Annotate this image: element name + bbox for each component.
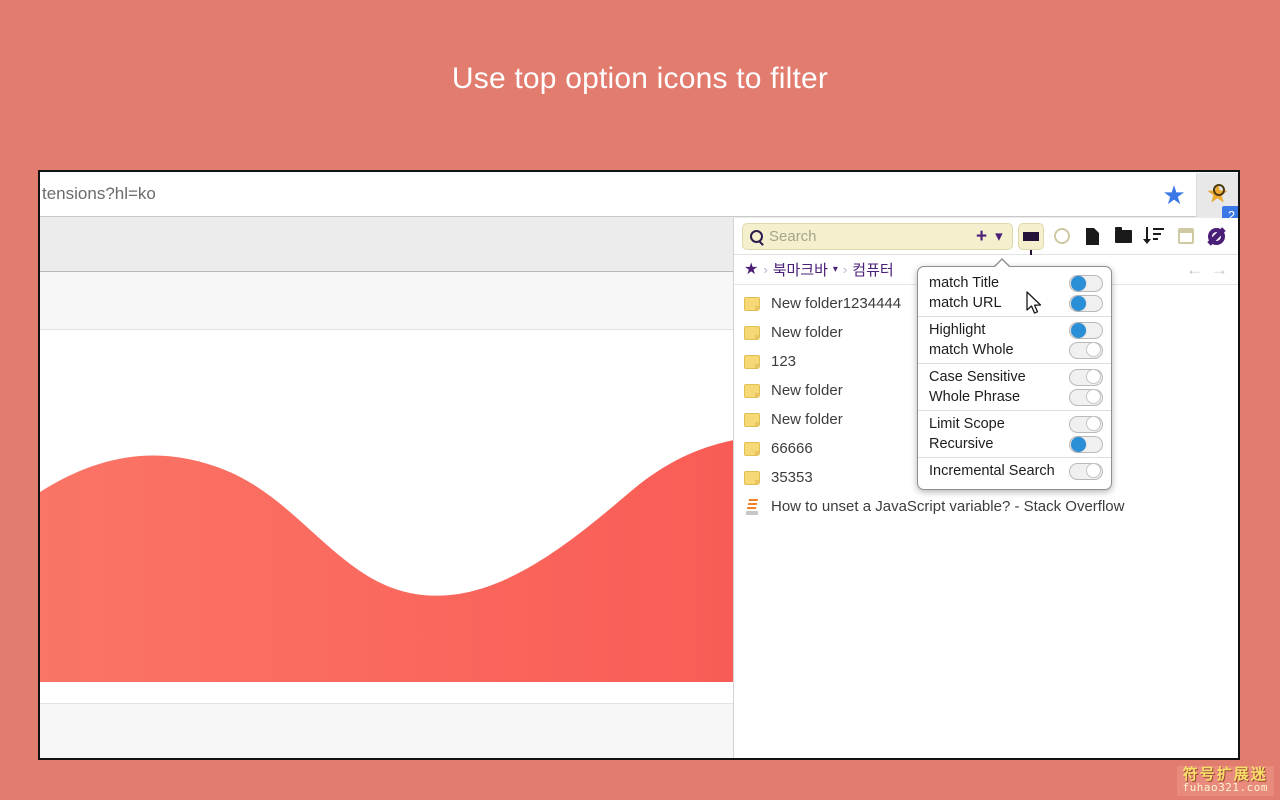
magnifier-overlay-icon [1213, 183, 1225, 196]
settings-button[interactable] [1204, 223, 1230, 250]
folder-icon [744, 296, 760, 311]
folder-icon [744, 325, 760, 340]
breadcrumb-nav-arrows: ← → [1186, 261, 1228, 278]
option-label: match Whole [929, 342, 1014, 358]
chevron-down-icon[interactable]: ▾ [833, 264, 838, 275]
page-footer-strip [40, 703, 734, 758]
options-group-scope: Limit Scope Recursive [918, 410, 1111, 457]
folder-icon [744, 354, 760, 369]
option-label: Recursive [929, 436, 994, 452]
omnibox-right-controls: ★ ★ 2 [1152, 172, 1238, 225]
toggle-highlight[interactable] [1069, 321, 1103, 339]
option-row-case-sensitive[interactable]: Case Sensitive [918, 367, 1111, 387]
date-filter-button[interactable] [1173, 223, 1199, 250]
bookmark-star-button[interactable]: ★ [1152, 173, 1196, 217]
extension-toolbar: + ▾ [734, 218, 1238, 255]
option-label: Highlight [929, 322, 986, 338]
plus-icon[interactable]: + [974, 227, 989, 246]
breadcrumb-item-computer[interactable]: 컴퓨터 [852, 259, 893, 280]
folder-icon [744, 441, 760, 456]
stack-overflow-favicon [744, 499, 760, 515]
list-item-label: How to unset a JavaScript variable? - St… [771, 498, 1125, 515]
option-row-highlight[interactable]: Highlight [918, 320, 1111, 340]
option-label: Case Sensitive [929, 369, 1026, 385]
option-row-whole-phrase[interactable]: Whole Phrase [918, 387, 1111, 407]
magnifier-icon [750, 229, 763, 243]
option-label: Whole Phrase [929, 389, 1021, 405]
toggle-whole-phrase[interactable] [1069, 388, 1103, 406]
list-item-label: 123 [771, 353, 797, 370]
folder-icon [744, 383, 760, 398]
options-group-incremental: Incremental Search [918, 457, 1111, 484]
circle-icon [1053, 228, 1070, 244]
watermark: 符号扩展迷 fuhao321.com [1176, 764, 1274, 796]
address-bar-url[interactable]: tensions?hl=ko [42, 184, 156, 204]
breadcrumb-separator: › [842, 262, 848, 277]
list-item[interactable]: How to unset a JavaScript variable? - St… [734, 492, 1238, 521]
toggle-case-sensitive[interactable] [1069, 368, 1103, 386]
list-item-label: New folder [771, 411, 843, 428]
star-icon: ★ [1162, 179, 1186, 210]
sort-icon [1142, 227, 1165, 245]
folder-icon [744, 470, 760, 485]
page-title: Use top option icons to filter [451, 62, 829, 95]
folder-icon [744, 412, 760, 427]
option-row-incremental-search[interactable]: Incremental Search [918, 461, 1111, 481]
document-icon [1086, 227, 1100, 245]
options-group-match: match Title match URL [918, 270, 1111, 316]
option-label: match URL [929, 295, 1002, 311]
watermark-url: fuhao321.com [1182, 781, 1268, 795]
toggle-limit-scope[interactable] [1069, 415, 1103, 433]
option-row-match-url[interactable]: match URL [918, 293, 1111, 313]
option-row-match-whole[interactable]: match Whole [918, 340, 1111, 360]
option-row-limit-scope[interactable]: Limit Scope [918, 414, 1111, 434]
list-item-label: 66666 [771, 440, 813, 457]
toggle-match-title[interactable] [1069, 274, 1103, 292]
folders-only-button[interactable] [1111, 223, 1137, 250]
toggle-match-url[interactable] [1069, 294, 1103, 312]
search-box[interactable]: + ▾ [742, 222, 1013, 250]
toggle-match-whole[interactable] [1069, 341, 1103, 359]
back-arrow-icon[interactable]: ← [1186, 261, 1203, 278]
funnel-icon [1022, 231, 1039, 255]
option-label: Limit Scope [929, 416, 1005, 432]
gear-icon [1208, 227, 1226, 245]
option-label: match Title [929, 275, 1000, 291]
toggle-recursive[interactable] [1069, 435, 1103, 453]
bookmarks-only-button[interactable] [1080, 223, 1106, 250]
forward-arrow-icon[interactable]: → [1211, 261, 1228, 278]
option-row-recursive[interactable]: Recursive [918, 434, 1111, 454]
decorative-wave-graphic [40, 432, 734, 702]
option-row-match-title[interactable]: match Title [918, 273, 1111, 293]
chevron-down-icon[interactable]: ▾ [995, 229, 1005, 244]
options-group-case: Case Sensitive Whole Phrase [918, 363, 1111, 410]
star-icon[interactable]: ★ [744, 261, 758, 278]
options-group-highlight: Highlight match Whole [918, 316, 1111, 363]
circle-filter-button[interactable] [1049, 223, 1075, 250]
list-item-label: New folder [771, 382, 843, 399]
list-item-label: New folder [771, 324, 843, 341]
filter-options-button[interactable] [1017, 222, 1044, 255]
omnibox-row: tensions?hl=ko ★ ★ 2 [40, 172, 1238, 225]
folder-icon [1115, 226, 1133, 243]
extension-toolbar-button[interactable]: ★ 2 [1196, 172, 1238, 225]
watermark-title: 符号扩展迷 [1182, 764, 1268, 783]
breadcrumb-separator: › [763, 262, 768, 277]
toggle-incremental-search[interactable] [1069, 462, 1103, 480]
list-item-label: 35353 [771, 469, 813, 486]
breadcrumb-item-bookmarks-bar[interactable]: 북마크바 [773, 259, 828, 280]
option-label: Incremental Search [929, 463, 1055, 479]
sort-button[interactable] [1142, 223, 1168, 250]
list-item-label: New folder1234444 [771, 295, 902, 312]
calendar-icon [1177, 228, 1194, 244]
search-input[interactable] [769, 227, 968, 245]
filter-options-dropdown: match Title match URL Highlight match Wh… [917, 258, 1112, 490]
